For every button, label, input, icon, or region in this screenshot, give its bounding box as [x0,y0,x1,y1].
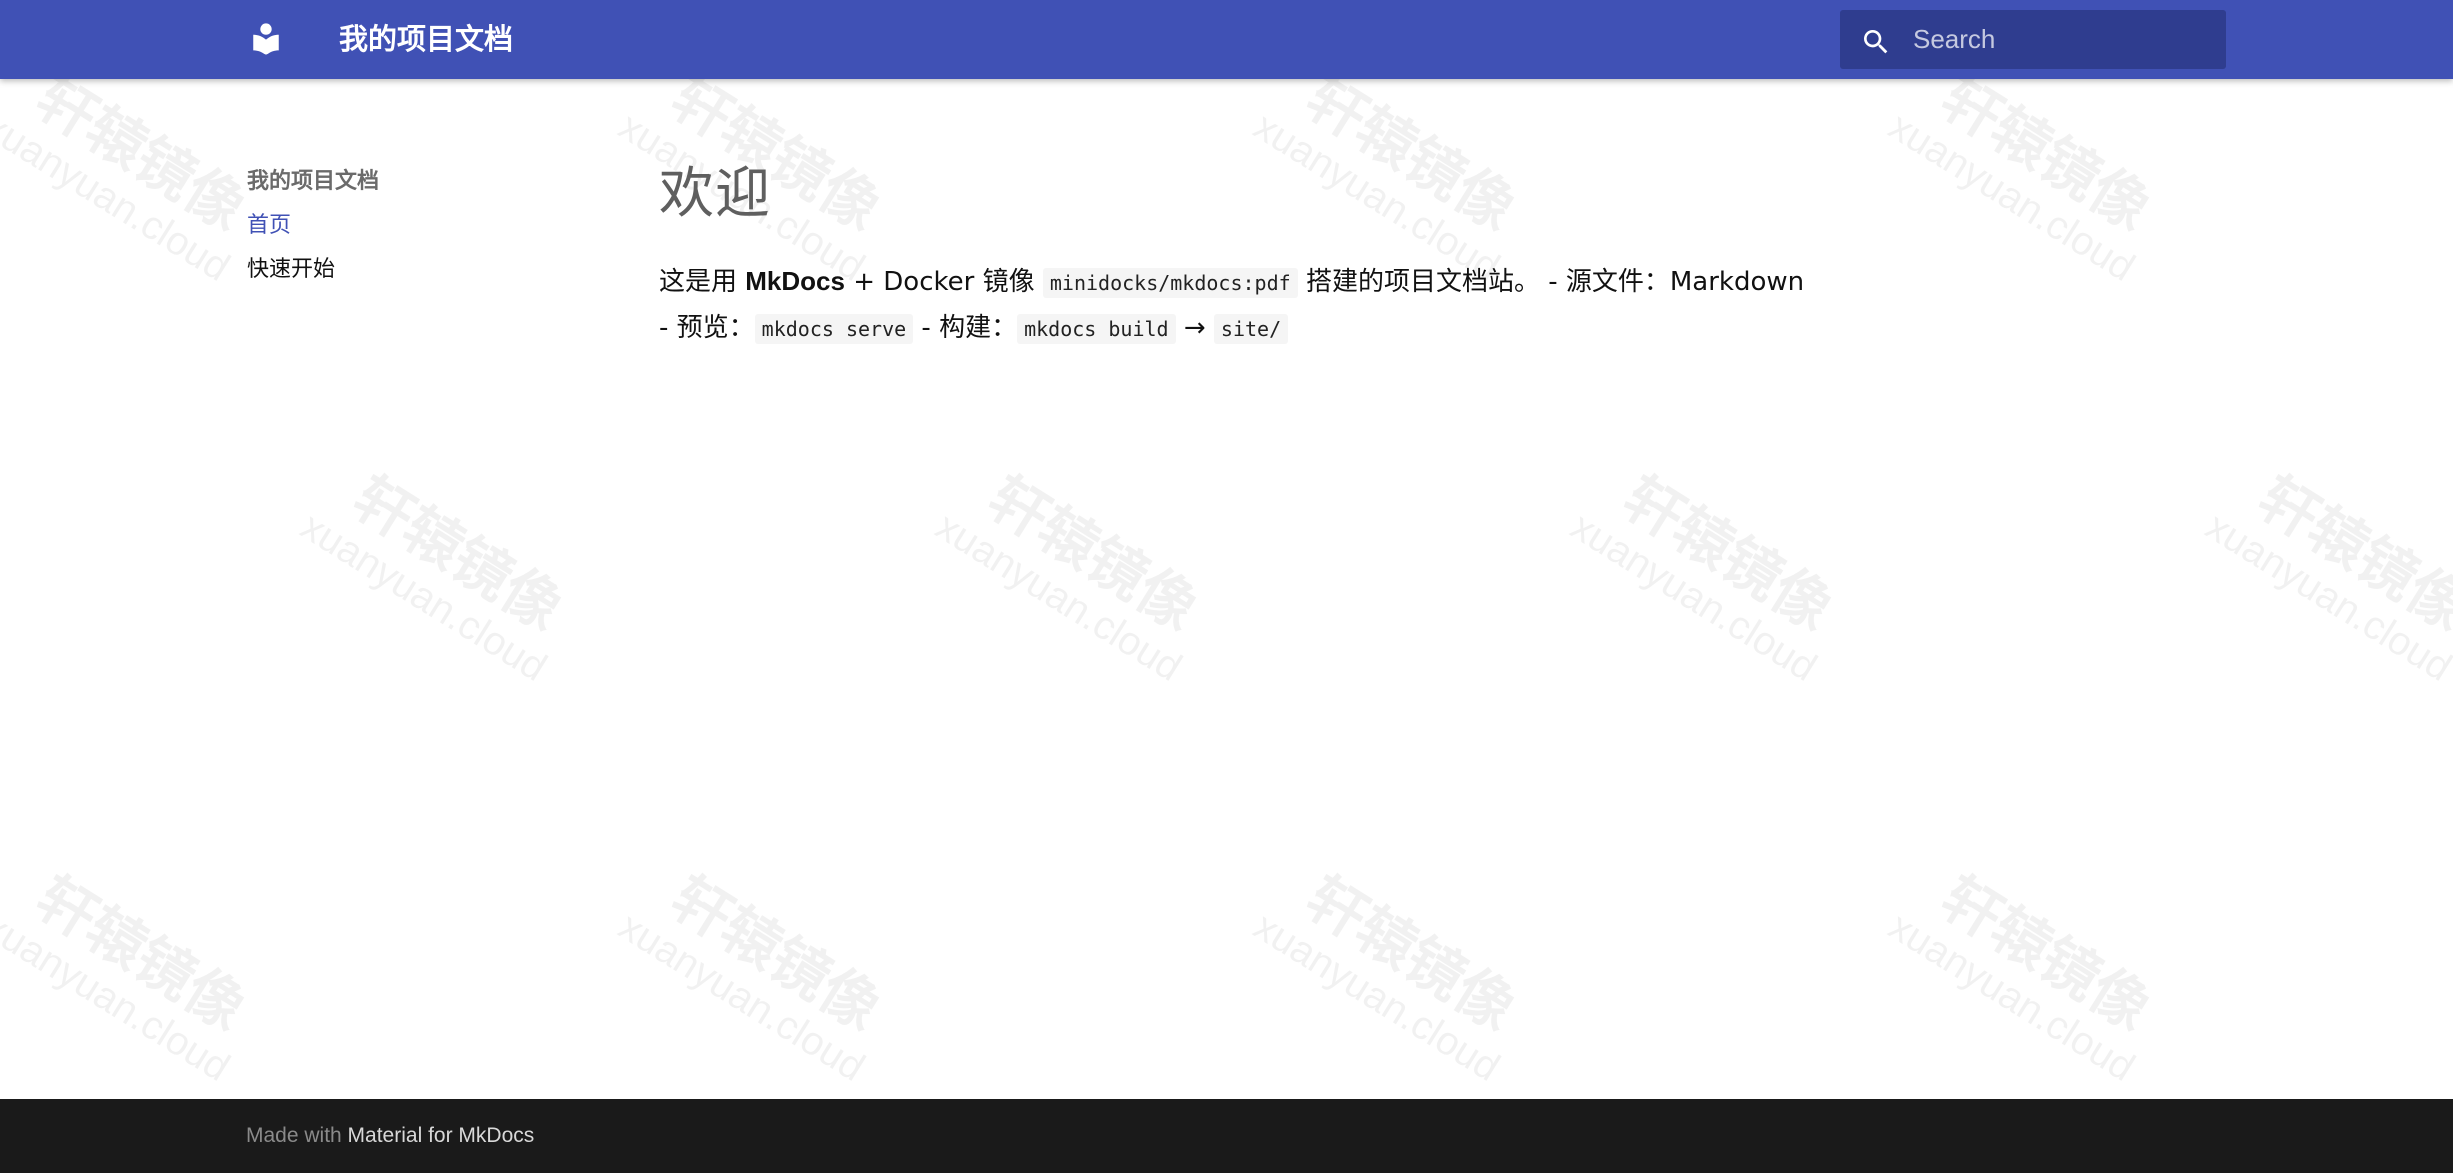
arrow-glyph: → [1175,313,1214,343]
bold-text: MkDocs [745,266,845,296]
watermark-stamp: 轩辕镜像 xuanyuan.cloud [928,463,1210,690]
footer-prefix: Made with [246,1124,348,1147]
footer-credit: Made with Material for MkDocs [246,1099,534,1173]
search-icon [1864,30,1888,54]
watermark-stamp: 轩辕镜像 xuanyuan.cloud [293,463,575,690]
footer-link[interactable]: Material for MkDocs [348,1124,535,1147]
watermark-stamp: 轩辕镜像 xuanyuan.cloud [2198,463,2453,690]
text-segment: - 预览： [659,313,755,343]
watermark-stamp: 轩辕镜像 xuanyuan.cloud [1881,79,2163,290]
watermark-stamp: 轩辕镜像 xuanyuan.cloud [1563,463,1845,690]
watermark-stamp: 轩辕镜像 xuanyuan.cloud [0,863,258,1090]
watermark-stamp: 轩辕镜像 xuanyuan.cloud [1881,863,2163,1090]
inline-code: minidocks/mkdocs:pdf [1042,268,1298,298]
search-input[interactable]: Search [1913,10,1995,69]
text-segment: 搭建的项目文档站。 - 源文件：Markdown [1297,267,1805,297]
search-box[interactable]: Search [1840,10,2226,69]
text-segment: - 构建： [913,313,1018,343]
content-line-2: - 预览： mkdocs serve - 构建： mkdocs build → si… [659,312,1289,344]
page-title: 欢迎 [659,161,772,225]
watermark-stamp: 轩辕镜像 xuanyuan.cloud [1246,863,1528,1090]
inline-code: site/ [1213,314,1289,344]
content-paragraph: 这是用 MkDocs + Docker 镜像 minidocks/mkdocs:… [659,259,1859,351]
watermark-stamp: 轩辕镜像 xuanyuan.cloud [0,79,258,290]
content-line-1: 这是用 MkDocs + Docker 镜像 minidocks/mkdocs:… [659,266,1805,298]
text-segment: 这是用 [659,267,746,297]
page-footer: Made with Material for MkDocs [0,1099,2453,1173]
book-reader-icon[interactable] [249,21,283,57]
sidebar-nav: 我的项目文档 首页 快速开始 [247,160,627,292]
watermark-stamp: 轩辕镜像 xuanyuan.cloud [611,863,893,1090]
top-header: 我的项目文档 Search [0,0,2453,79]
sidebar-item-quickstart[interactable]: 快速开始 [247,248,627,292]
sidebar-title: 我的项目文档 [247,169,380,194]
sidebar-item-home[interactable]: 首页 [247,204,627,248]
main-content: 欢迎 这是用 MkDocs + Docker 镜像 minidocks/mkdo… [659,150,1859,351]
text-segment: + Docker 镜像 [844,267,1043,297]
site-title[interactable]: 我的项目文档 [339,18,513,60]
inline-code: mkdocs serve [754,314,914,344]
inline-code: mkdocs build [1017,314,1176,344]
